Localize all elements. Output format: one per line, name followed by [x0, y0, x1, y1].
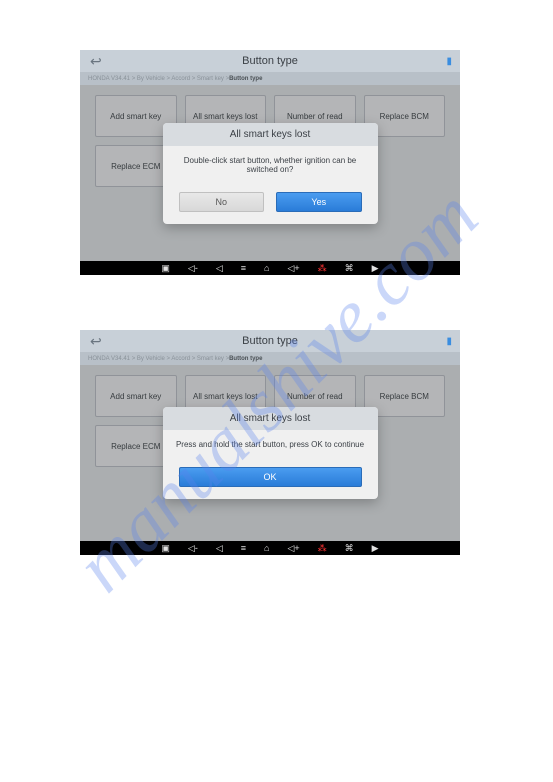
breadcrumb: HONDA V34.41 > By Vehicle > Accord > Sma… [80, 72, 460, 85]
usb-icon: ▮ [446, 336, 452, 347]
ok-button[interactable]: OK [179, 467, 362, 487]
screenshot-icon[interactable]: ▶ [372, 543, 379, 554]
bluetooth-icon[interactable]: ⁂ [318, 263, 327, 274]
volume-up-icon[interactable]: ◁+ [287, 263, 299, 274]
modal-dialog: All smart keys lost Press and hold the s… [163, 407, 378, 499]
modal-body: Press and hold the start button, press O… [163, 430, 378, 459]
volume-down-icon[interactable]: ◁- [188, 543, 198, 554]
modal-overlay: All smart keys lost Double-click start b… [80, 85, 460, 261]
screenshot-icon[interactable]: ▶ [372, 263, 379, 274]
nav-bar: ▣ ◁- ◁ ≡ ⌂ ◁+ ⁂ ⌘ ▶ [80, 261, 460, 275]
no-button[interactable]: No [179, 192, 265, 212]
back-nav-icon[interactable]: ◁ [216, 263, 223, 274]
menu-icon[interactable]: ≡ [241, 543, 246, 553]
home-icon[interactable]: ⌂ [264, 543, 269, 553]
camera-icon[interactable]: ▣ [161, 263, 170, 274]
device-screen-1: ↩ Button type ▮ HONDA V34.41 > By Vehicl… [80, 50, 460, 275]
device-screen-2: ↩ Button type ▮ HONDA V34.41 > By Vehicl… [80, 330, 460, 555]
page-title: Button type [242, 55, 298, 67]
bluetooth-icon[interactable]: ⁂ [318, 543, 327, 554]
header-bar: ↩ Button type ▮ [80, 50, 460, 72]
menu-icon[interactable]: ≡ [241, 263, 246, 273]
modal-footer: No Yes [163, 184, 378, 224]
breadcrumb: HONDA V34.41 > By Vehicle > Accord > Sma… [80, 352, 460, 365]
modal-title: All smart keys lost [163, 123, 378, 146]
yes-button[interactable]: Yes [276, 192, 362, 212]
modal-title: All smart keys lost [163, 407, 378, 430]
volume-up-icon[interactable]: ◁+ [287, 543, 299, 554]
modal-body: Double-click start button, whether ignit… [163, 146, 378, 184]
apps-icon[interactable]: ⌘ [345, 543, 354, 554]
back-nav-icon[interactable]: ◁ [216, 543, 223, 554]
modal-dialog: All smart keys lost Double-click start b… [163, 123, 378, 224]
back-icon[interactable]: ↩ [90, 53, 102, 70]
modal-overlay: All smart keys lost Press and hold the s… [80, 365, 460, 541]
nav-bar: ▣ ◁- ◁ ≡ ⌂ ◁+ ⁂ ⌘ ▶ [80, 541, 460, 555]
usb-icon: ▮ [446, 56, 452, 67]
camera-icon[interactable]: ▣ [161, 543, 170, 554]
back-icon[interactable]: ↩ [90, 333, 102, 350]
modal-footer: OK [163, 459, 378, 499]
page-title: Button type [242, 335, 298, 347]
volume-down-icon[interactable]: ◁- [188, 263, 198, 274]
header-bar: ↩ Button type ▮ [80, 330, 460, 352]
home-icon[interactable]: ⌂ [264, 263, 269, 273]
apps-icon[interactable]: ⌘ [345, 263, 354, 274]
